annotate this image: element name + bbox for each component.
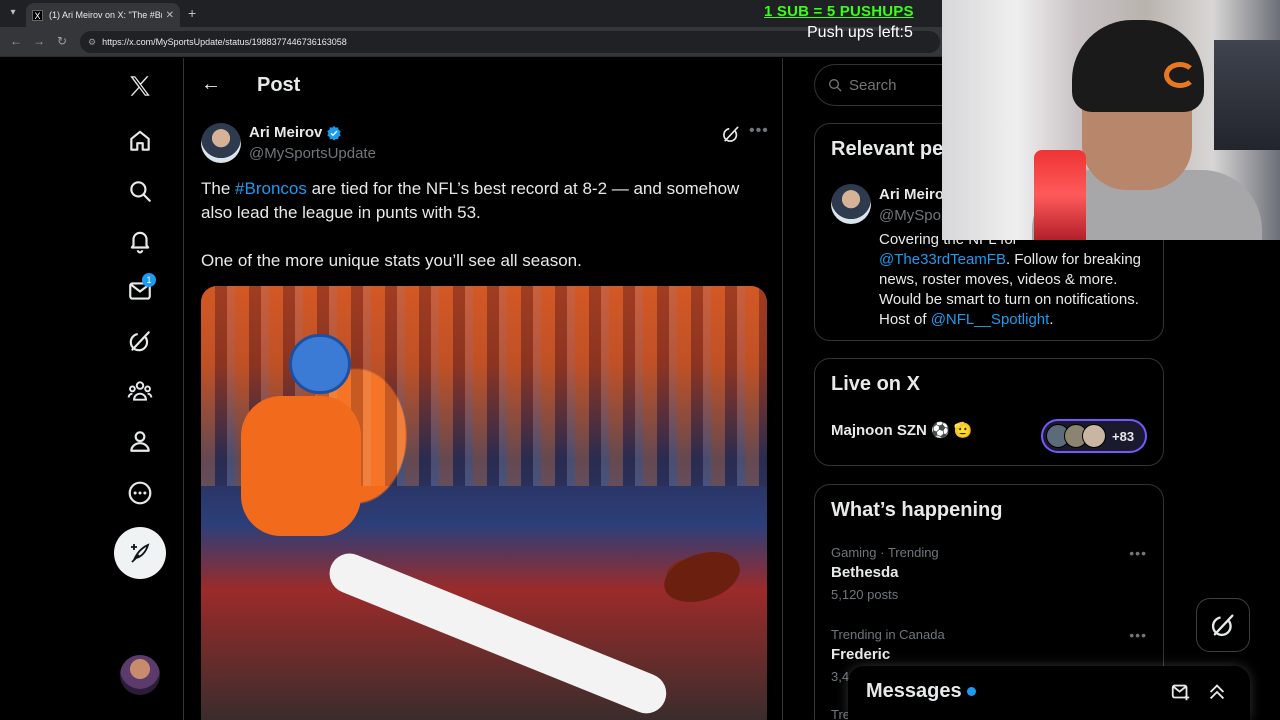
webcam-beanie-logo <box>1164 62 1196 88</box>
left-nav: 1 <box>0 58 184 720</box>
trend-meta: Trending in Canada <box>831 627 945 642</box>
profile-icon[interactable] <box>115 416 165 466</box>
messages-drawer[interactable]: Messages <box>848 666 1250 720</box>
media-player <box>241 396 361 536</box>
unread-dot <box>966 687 976 697</box>
bio-link-33rdteam[interactable]: @The33rdTeamFB <box>879 251 1006 268</box>
browser-tab[interactable]: X (1) Ari Meirov on X: "The #Bronc ✕ <box>26 3 180 27</box>
live-listeners[interactable]: +83 <box>1041 419 1147 453</box>
relevant-bio: Covering the NFL for @The33rdTeamFB. Fol… <box>879 230 1149 330</box>
live-host-name: Majnoon SZN <box>831 422 927 439</box>
x-favicon-icon: X <box>32 9 43 21</box>
trend-more-icon[interactable]: ••• <box>1129 627 1147 643</box>
page-title: Post <box>257 74 301 96</box>
live-title: Live on X <box>831 373 920 395</box>
more-icon[interactable] <box>115 468 165 518</box>
media-football <box>657 543 747 611</box>
trend-name: Frederic <box>831 646 891 663</box>
grok-float-button[interactable] <box>1196 598 1250 652</box>
media-kicking-leg <box>323 547 673 720</box>
site-info-icon[interactable]: ⚙ <box>88 37 96 48</box>
url-text: https://x.com/MySportsUpdate/status/1988… <box>102 37 347 47</box>
hashtag-link[interactable]: #Broncos <box>235 179 307 198</box>
notifications-icon[interactable] <box>115 216 165 266</box>
trend-count: 5,120 posts <box>831 587 899 602</box>
tab-close-icon[interactable]: ✕ <box>166 10 174 21</box>
grok-icon[interactable] <box>115 316 165 366</box>
live-host-emojis: ⚽ 🫡 <box>931 422 973 439</box>
home-icon[interactable] <box>115 116 165 166</box>
messages-title-text: Messages <box>866 680 962 702</box>
search-icon <box>829 79 842 92</box>
bio-link-nfl-spotlight[interactable]: @NFL__Spotlight <box>931 311 1050 328</box>
tab-list-chevron-icon[interactable]: ▾ <box>4 4 22 22</box>
author-avatar[interactable] <box>201 123 241 163</box>
post-media-image[interactable] <box>201 286 767 720</box>
live-on-x-card: Live on X Majnoon SZN ⚽ 🫡 +83 <box>814 358 1164 466</box>
post-text-para2: One of the more unique stats you’ll see … <box>201 251 582 270</box>
listener-count: +83 <box>1112 428 1135 444</box>
trend-name: Bethesda <box>831 564 899 581</box>
author-name[interactable]: Ari Meirov <box>249 124 342 141</box>
listener-avatar <box>1082 424 1106 448</box>
stream-pushups-overlay: Push ups left:5 <box>807 24 913 41</box>
post-column: ← Post Ari Meirov @MySportsUpdate ••• Th… <box>185 58 783 720</box>
bio-text-3: . <box>1049 311 1054 328</box>
messages-badge: 1 <box>142 273 156 287</box>
forward-nav-icon[interactable]: → <box>33 34 45 48</box>
webcam-window <box>1214 40 1280 150</box>
grok-explain-icon[interactable] <box>721 124 741 144</box>
messages-icon[interactable]: 1 <box>115 266 165 316</box>
x-logo-icon[interactable] <box>115 61 165 111</box>
author-name-text: Ari Meirov <box>249 124 323 141</box>
post-text: The #Broncos are tied for the NFL’s best… <box>201 177 767 297</box>
media-helmet <box>289 334 351 394</box>
tab-title: (1) Ari Meirov on X: "The #Bronc <box>49 10 162 20</box>
compose-post-button[interactable] <box>114 527 166 579</box>
author-handle[interactable]: @MySportsUpdate <box>249 145 376 162</box>
back-nav-icon[interactable]: ← <box>10 34 22 48</box>
account-avatar[interactable] <box>120 655 160 695</box>
trend-meta: Gaming · Trending <box>831 545 939 560</box>
new-tab-icon[interactable]: + <box>188 5 196 21</box>
explore-search-icon[interactable] <box>115 166 165 216</box>
webcam-microphone <box>1034 150 1086 240</box>
grok-icon <box>1211 614 1234 637</box>
back-arrow-icon[interactable]: ← <box>201 73 221 96</box>
reload-icon[interactable]: ↻ <box>57 34 67 48</box>
messages-drawer-title: Messages <box>866 680 976 703</box>
trend-more-icon[interactable]: ••• <box>1129 545 1147 561</box>
post-more-icon[interactable]: ••• <box>749 122 769 140</box>
live-host[interactable]: Majnoon SZN ⚽ 🫡 <box>831 421 973 439</box>
new-message-icon[interactable] <box>1170 681 1192 703</box>
relevant-avatar[interactable] <box>831 184 871 224</box>
verified-badge-icon <box>327 125 342 141</box>
stream-sub-overlay: 1 SUB = 5 PUSHUPS <box>764 3 914 20</box>
expand-drawer-icon[interactable] <box>1206 681 1228 703</box>
trend-item[interactable]: Gaming · Trending Bethesda 5,120 posts <box>831 545 939 602</box>
post-text-start: The <box>201 179 236 198</box>
feather-plus-icon <box>131 543 150 563</box>
whats-happening-title: What’s happening <box>831 499 1003 521</box>
webcam-overlay <box>942 0 1280 240</box>
communities-icon[interactable] <box>115 366 165 416</box>
